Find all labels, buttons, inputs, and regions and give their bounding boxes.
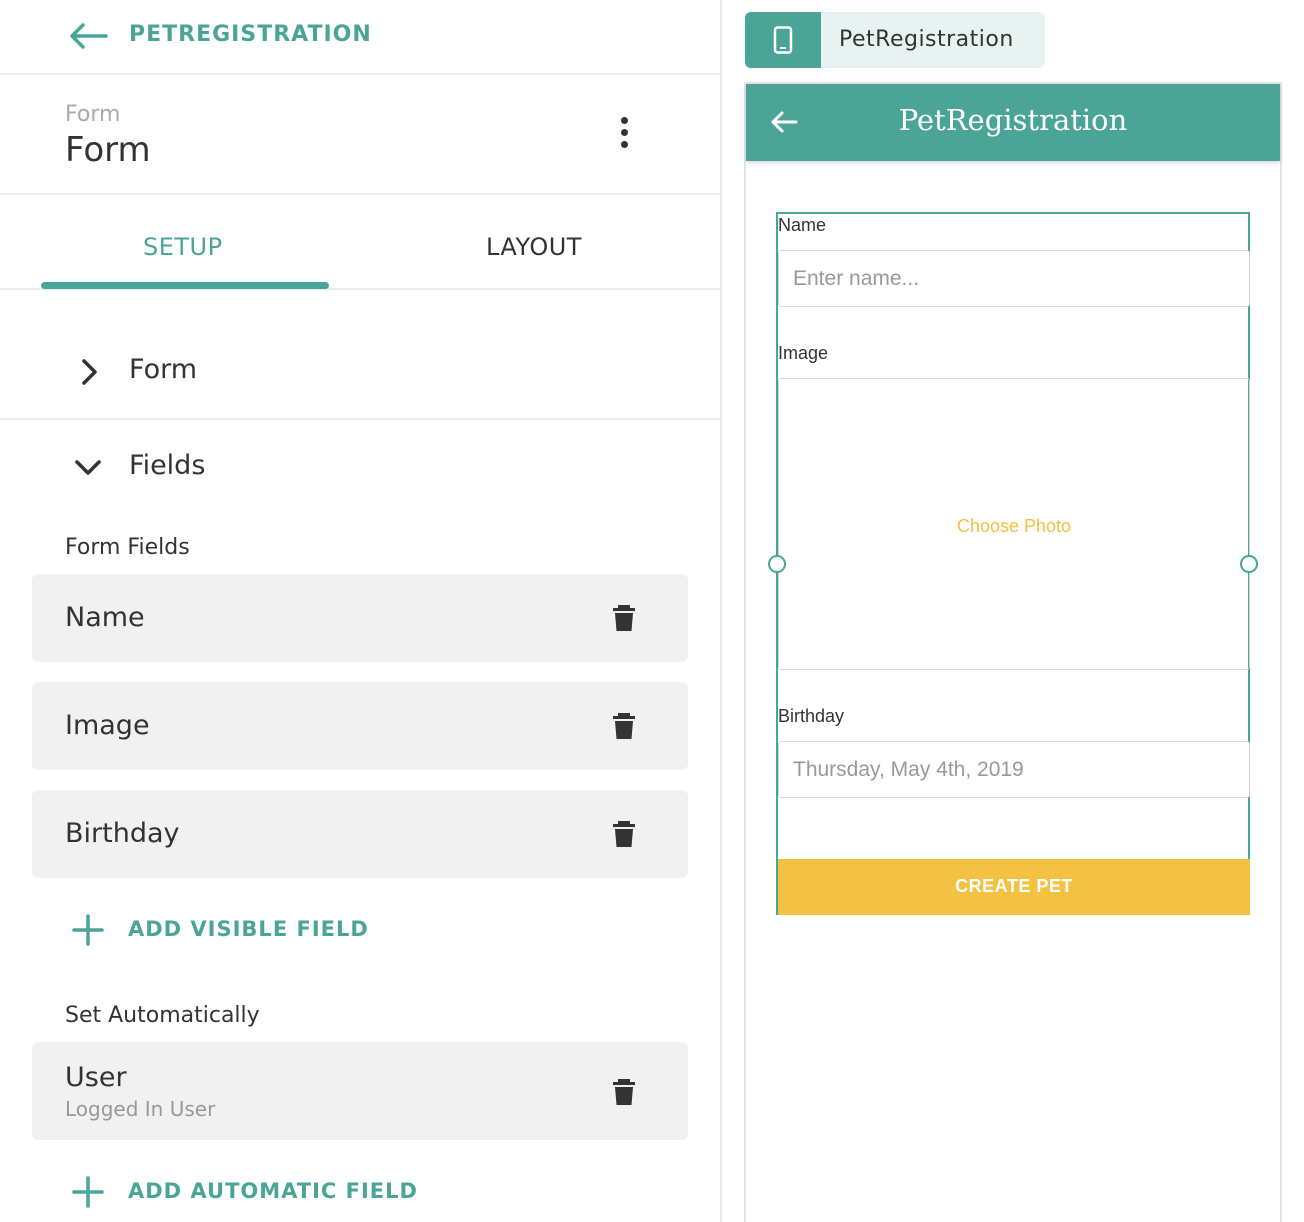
preview-birthday-label: Birthday	[778, 706, 845, 726]
trash-icon[interactable]	[612, 604, 636, 632]
section-fields-label[interactable]: Fields	[129, 450, 205, 481]
add-automatic-field-label: ADD AUTOMATIC FIELD	[128, 1179, 418, 1203]
create-pet-button[interactable]: CREATE PET	[778, 859, 1250, 915]
field-card-image[interactable]: Image	[32, 682, 688, 770]
field-card-label: Birthday	[65, 818, 180, 849]
field-card-birthday[interactable]: Birthday	[32, 790, 688, 878]
choose-photo-link[interactable]: Choose Photo	[779, 516, 1249, 537]
preview-name-label: Name	[778, 215, 827, 235]
app-name-link[interactable]: PETREGISTRATION	[129, 22, 372, 47]
panel-divider	[720, 0, 722, 1222]
preview-name-placeholder: Enter name...	[793, 267, 920, 290]
screen-subtitle: Form	[65, 102, 121, 127]
preview-screen-title: PetRegistration	[898, 103, 1128, 137]
resize-handle-left[interactable]	[768, 555, 786, 573]
plus-icon	[72, 1176, 104, 1208]
active-tab-indicator	[41, 282, 329, 289]
preview-app-name: PetRegistration	[839, 27, 1014, 52]
trash-icon[interactable]	[612, 712, 636, 740]
chevron-down-icon[interactable]	[73, 452, 103, 482]
screen-header: Form Form	[0, 75, 720, 195]
create-pet-label: CREATE PET	[955, 876, 1073, 896]
section-form-label: Form	[129, 354, 198, 385]
trash-icon[interactable]	[612, 820, 636, 848]
chevron-right-icon	[82, 359, 97, 385]
section-form[interactable]: Form	[0, 290, 720, 420]
resize-handle-right[interactable]	[1240, 555, 1258, 573]
set-automatically-heading: Set Automatically	[65, 1003, 260, 1028]
preview-birthday-placeholder: Thursday, May 4th, 2019	[793, 758, 1024, 781]
smartphone-icon	[773, 26, 793, 54]
preview-image-picker[interactable]: Choose Photo	[778, 378, 1250, 670]
preview-app-bar: PetRegistration	[746, 84, 1280, 161]
settings-panel: PETREGISTRATION Form Form SETUP LAYOUT F…	[0, 0, 720, 1222]
auto-field-sublabel: Logged In User	[65, 1097, 216, 1121]
screen-title: Form	[65, 130, 151, 170]
form-fields-heading: Form Fields	[65, 535, 190, 560]
auto-field-card-user[interactable]: User Logged In User	[32, 1042, 688, 1140]
arrow-left-icon[interactable]	[68, 22, 108, 50]
more-vertical-icon[interactable]	[612, 117, 636, 153]
add-visible-field-label: ADD VISIBLE FIELD	[128, 917, 369, 941]
top-nav: PETREGISTRATION	[0, 0, 720, 75]
auto-field-label: User	[65, 1062, 127, 1093]
preview-name-input[interactable]: Enter name...	[778, 250, 1250, 307]
preview-birthday-input[interactable]: Thursday, May 4th, 2019	[778, 741, 1250, 798]
trash-icon[interactable]	[612, 1078, 636, 1106]
preview-image-label: Image	[778, 343, 829, 363]
device-selector[interactable]: PetRegistration	[745, 12, 1045, 68]
field-card-label: Image	[65, 710, 150, 741]
preview-form[interactable]: Name Enter name... Image Choose Photo Bi…	[776, 212, 1250, 915]
device-icon-box	[745, 12, 821, 68]
field-card-label: Name	[65, 602, 145, 633]
field-card-name[interactable]: Name	[32, 574, 688, 662]
plus-icon	[72, 914, 104, 946]
tab-layout[interactable]: LAYOUT	[486, 233, 582, 261]
tab-setup[interactable]: SETUP	[143, 233, 223, 261]
tab-bar: SETUP LAYOUT	[0, 195, 720, 290]
